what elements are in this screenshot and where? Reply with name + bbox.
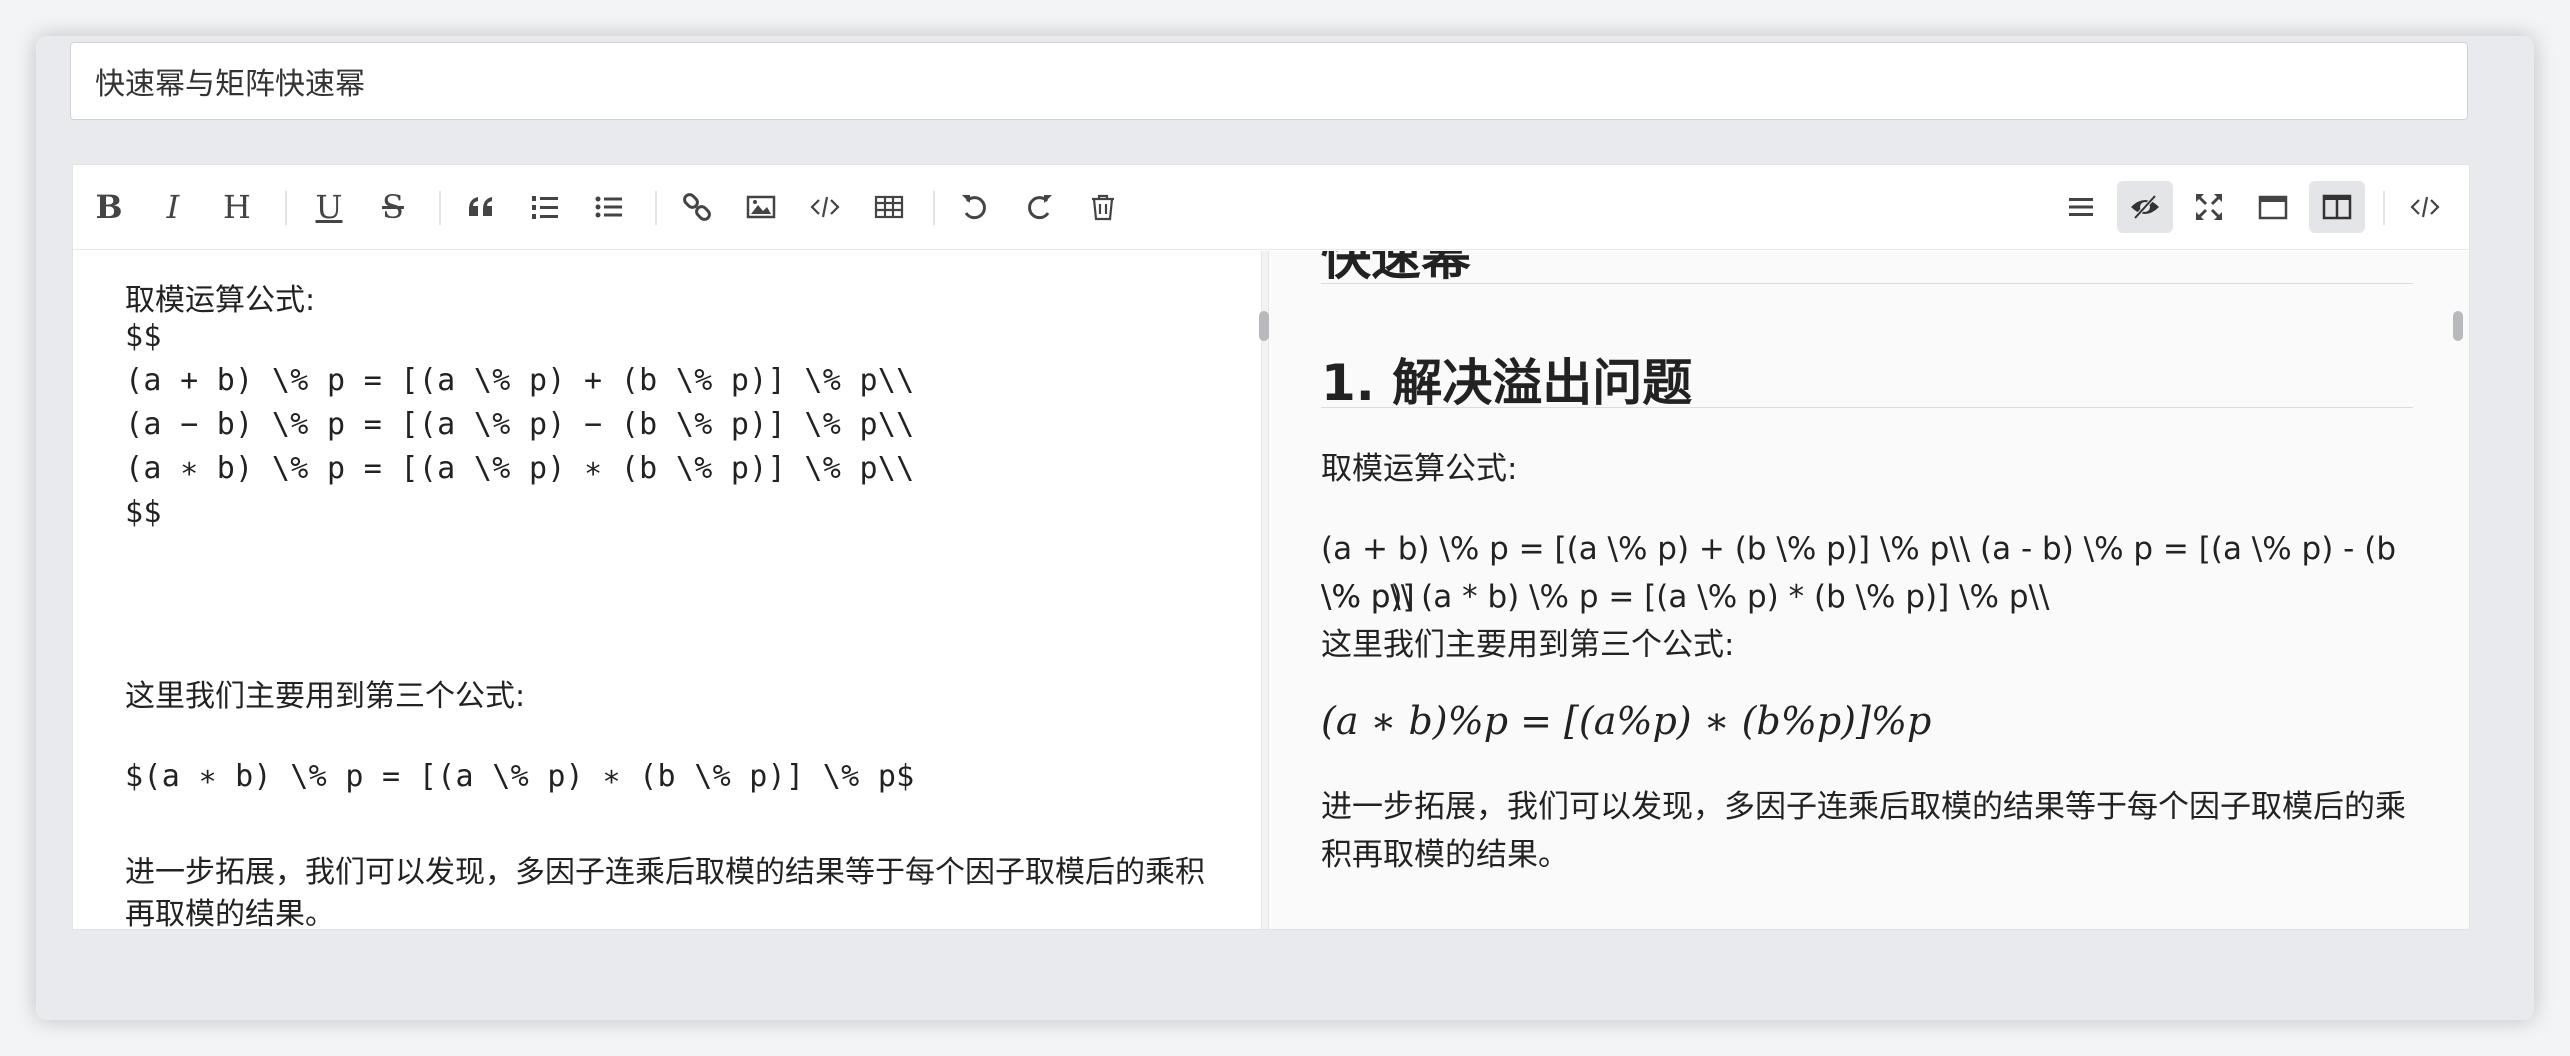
- toc-button[interactable]: [2053, 181, 2109, 233]
- link-button[interactable]: [669, 181, 725, 233]
- preview-paragraph: 取模运算公式:: [1321, 451, 1518, 487]
- preview-math: (a ∗ b)%p = [(a%p) ∗ (b%p)]%p: [1321, 699, 1932, 743]
- quote-icon: [469, 197, 492, 216]
- source-line: 取模运算公式:: [125, 283, 316, 318]
- editor-toolbar: B I H U S: [73, 165, 2469, 250]
- markdown-source-pane[interactable]: 取模运算公式: $$ (a + b) \% p = [(a \% p) + (b…: [73, 251, 1261, 929]
- strikethrough-button[interactable]: S: [365, 181, 421, 233]
- fullpage-button[interactable]: [2245, 181, 2301, 233]
- source-line: $(a ∗ b) \% p = [(a \% p) ∗ (b \% p)] \%…: [125, 759, 915, 794]
- expand-icon: [2196, 194, 2222, 220]
- image-button[interactable]: [733, 181, 789, 233]
- preview-divider: [1321, 407, 2413, 408]
- ordered-list-button[interactable]: [517, 181, 573, 233]
- bold-icon: B: [95, 188, 123, 226]
- toolbar-separator: [2383, 191, 2385, 225]
- strikethrough-icon: S: [382, 188, 404, 226]
- clear-button[interactable]: [1075, 181, 1131, 233]
- unordered-list-button[interactable]: [581, 181, 637, 233]
- menu-icon: [2069, 198, 2093, 216]
- underline-icon: U: [315, 188, 343, 226]
- source-line: (a − b) \% p = [(a \% p) − (b \% p)] \% …: [125, 407, 915, 442]
- preview-scrollbar[interactable]: [2453, 311, 2463, 341]
- title-input[interactable]: [70, 42, 2468, 120]
- italic-button[interactable]: I: [145, 181, 201, 233]
- redo-button[interactable]: [1011, 181, 1067, 233]
- toolbar-separator: [655, 191, 657, 225]
- quote-button[interactable]: [453, 181, 509, 233]
- code-icon: [810, 196, 840, 218]
- table-icon: [874, 195, 904, 219]
- markdown-preview-pane: 快速幂 1. 解决溢出问题 取模运算公式: (a + b) \% p = [(a…: [1269, 251, 2469, 929]
- columns-icon: [2322, 194, 2352, 220]
- undo-button[interactable]: [947, 181, 1003, 233]
- source-line: 这里我们主要用到第三个公式:: [125, 679, 526, 714]
- preview-paragraph: \% p\\ (a * b) \% p = [(a \% p) * (b \% …: [1321, 579, 2050, 615]
- toolbar-separator: [285, 191, 287, 225]
- html-source-button[interactable]: [2397, 181, 2453, 233]
- underline-button[interactable]: U: [301, 181, 357, 233]
- source-line: 再取模的结果。: [125, 897, 335, 929]
- unordered-list-icon: [595, 196, 622, 218]
- source-line: 进一步拓展，我们可以发现，多因子连乘后取模的结果等于每个因子取模后的乘积: [125, 855, 1205, 890]
- window-icon: [2258, 195, 2288, 220]
- trash-icon: [1092, 194, 1114, 221]
- link-icon: [683, 193, 711, 221]
- preview-heading-2: 1. 解决溢出问题: [1321, 354, 1693, 412]
- source-scrollbar[interactable]: [1259, 311, 1269, 341]
- preview-paragraph: 这里我们主要用到第三个公式:: [1321, 627, 1735, 663]
- preview-divider: [1321, 283, 2413, 284]
- source-line: (a ∗ b) \% p = [(a \% p) ∗ (b \% p)] \% …: [125, 451, 915, 486]
- heading-icon: H: [223, 188, 251, 226]
- code-icon: [2410, 196, 2440, 218]
- table-button[interactable]: [861, 181, 917, 233]
- eye-slash-icon: [2131, 194, 2159, 220]
- bold-button[interactable]: B: [81, 181, 137, 233]
- source-line: $$: [125, 319, 162, 354]
- toolbar-separator: [933, 191, 935, 225]
- pane-divider[interactable]: [1261, 251, 1269, 929]
- heading-button[interactable]: H: [209, 181, 265, 233]
- preview-toggle-button[interactable]: [2117, 181, 2173, 233]
- code-button[interactable]: [797, 181, 853, 233]
- preview-paragraph: 进一步拓展，我们可以发现，多因子连乘后取模的结果等于每个因子取模后的乘积再取模的…: [1321, 789, 2406, 873]
- toolbar-separator: [439, 191, 441, 225]
- source-line: $$: [125, 495, 162, 530]
- source-line: (a + b) \% p = [(a \% p) + (b \% p)] \% …: [125, 363, 915, 398]
- italic-icon: I: [166, 188, 180, 226]
- markdown-editor: B I H U S 取模运算公式: $$ (a + b) \% p = [(a …: [72, 164, 2470, 930]
- fullscreen-button[interactable]: [2181, 181, 2237, 233]
- ordered-list-icon: [532, 196, 558, 219]
- undo-icon: [962, 195, 986, 220]
- split-view-button[interactable]: [2309, 181, 2365, 233]
- image-icon: [746, 195, 776, 219]
- redo-icon: [1028, 195, 1052, 220]
